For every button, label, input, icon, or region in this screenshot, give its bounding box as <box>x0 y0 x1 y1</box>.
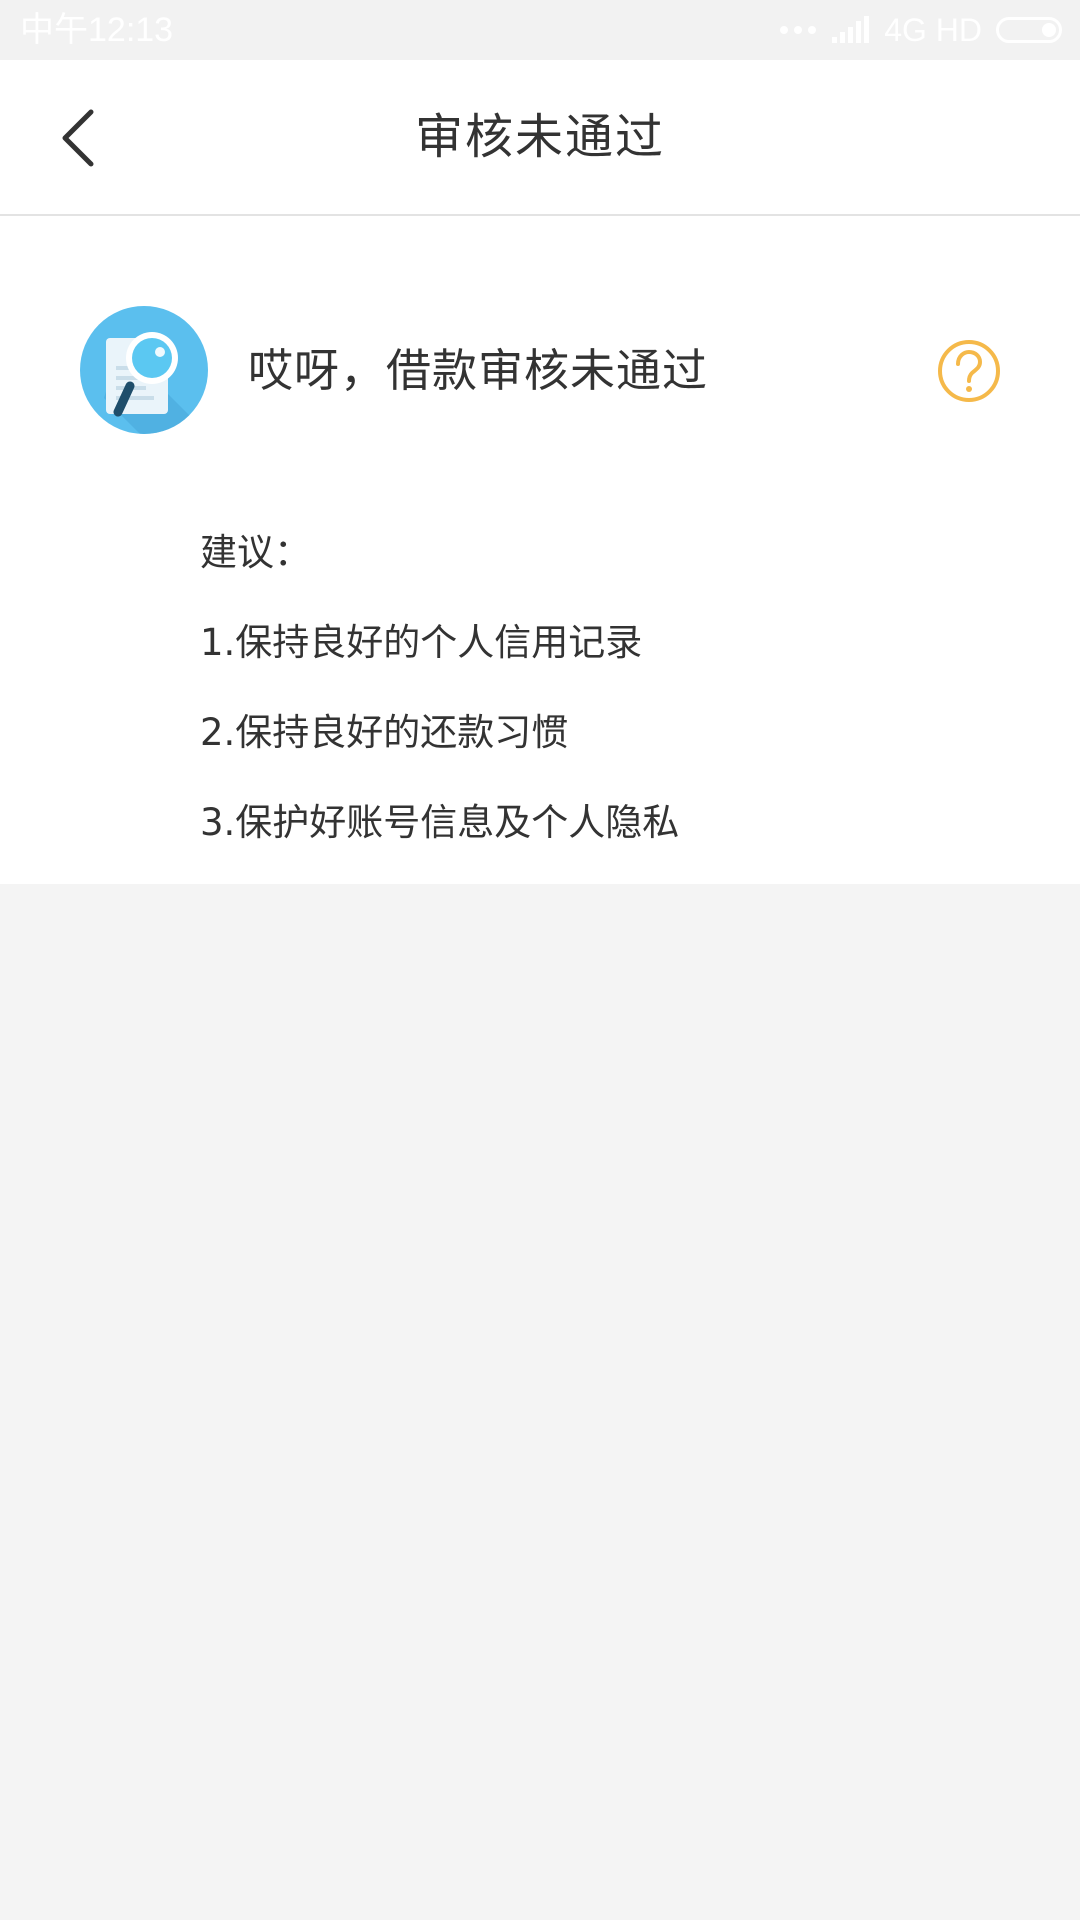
suggestion-item: 3.保护好账号信息及个人隐私 <box>200 801 680 844</box>
more-dots-icon <box>780 26 817 34</box>
page-title: 审核未通过 <box>414 109 665 165</box>
status-bar: 中午12:13 4G HD <box>0 0 1080 60</box>
suggestion-list: 建议： 1.保持良好的个人信用记录 2.保持良好的还款习惯 3.保护好账号信息及… <box>200 508 679 868</box>
back-button[interactable] <box>44 100 114 176</box>
network-type: 4G HD <box>884 11 982 48</box>
result-card: 哎呀，借款审核未通过 建议： 1.保持良好的个人信用记录 2.保持良好的还款习惯… <box>0 216 1080 884</box>
status-indicators: 4G HD <box>780 8 1062 52</box>
question-circle-icon <box>938 340 1000 402</box>
suggestion-item: 2.保持良好的还款习惯 <box>200 711 569 754</box>
suggestion-item: 1.保持良好的个人信用记录 <box>200 621 643 664</box>
battery-icon <box>996 17 1062 43</box>
document-magnifier-icon <box>80 306 208 434</box>
signal-icon <box>832 16 870 43</box>
suggestion-heading: 建议： <box>200 531 311 574</box>
status-time: 中午12:13 <box>20 11 174 49</box>
result-title: 哎呀，借款审核未通过 <box>248 344 709 397</box>
help-button[interactable] <box>936 338 1002 404</box>
chevron-left-icon <box>62 109 94 167</box>
header: 审核未通过 <box>0 60 1080 216</box>
